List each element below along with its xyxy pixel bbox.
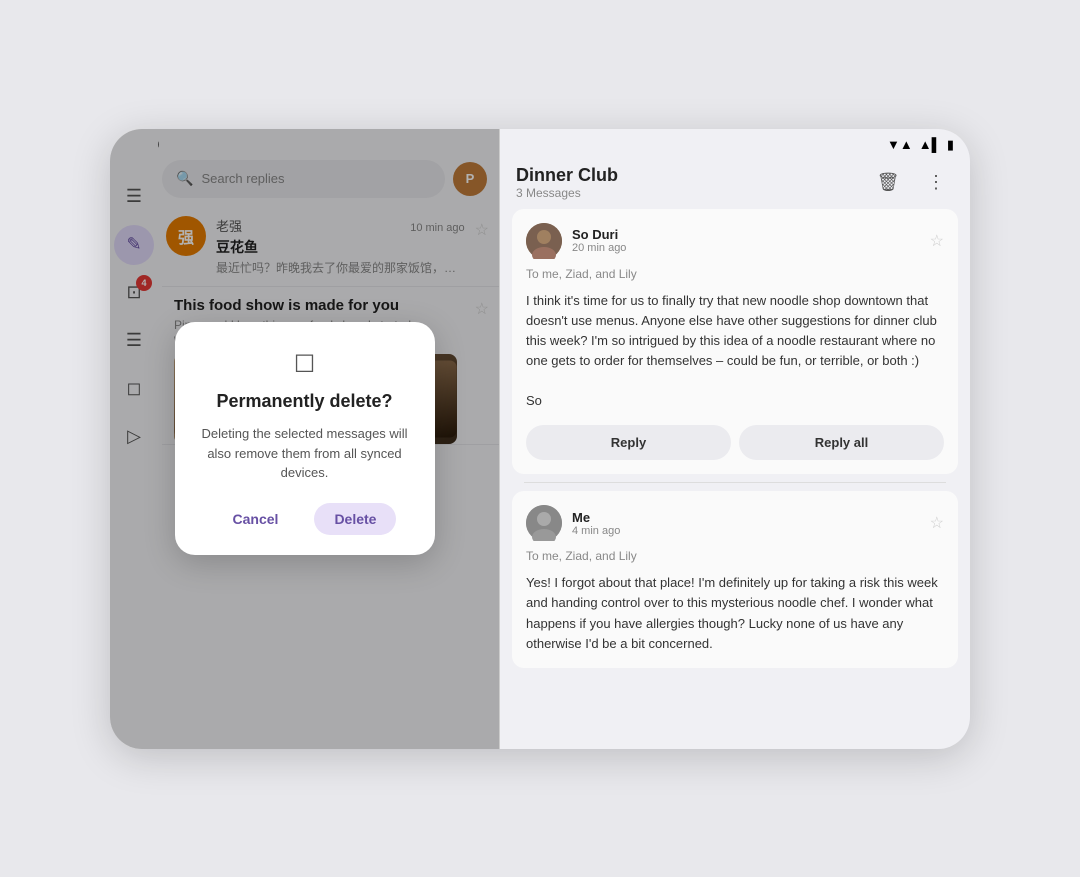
trash-icon: 🗑 [877,172,900,193]
more-options-button[interactable]: ⋮ [918,165,954,201]
delete-dialog: ☐ Permanently delete? Deleting the selec… [175,322,435,555]
reply-all-button[interactable]: Reply all [739,425,944,460]
delete-dialog-title: Permanently delete? [216,391,392,412]
msg-reply-actions-1: Reply Reply all [526,425,944,460]
msg-to-2: To me, Ziad, and Lily [526,549,944,563]
delete-button[interactable]: Delete [314,503,396,535]
message-card-1: So Duri 20 min ago ☆ To me, Ziad, and Li… [512,209,958,475]
status-bar-right: ▼▲ ▲▌ ▮ [500,129,970,157]
msg-sender-info-2: Me 4 min ago [572,510,920,537]
message-divider [524,482,946,483]
reply-button[interactable]: Reply [526,425,731,460]
left-panel: ☰ ✎ ⊡ 4 ☰ ◻ ▷ 12:00 🔍 [110,129,500,749]
modal-actions: Cancel Delete [213,503,397,535]
msg-to-1: To me, Ziad, and Lily [526,267,944,281]
msg-avatar-1 [526,223,562,259]
delete-dialog-icon: ☐ [294,350,316,379]
thread-count: 3 Messages [516,186,870,200]
cancel-button[interactable]: Cancel [213,503,299,535]
delete-dialog-message: Deleting the selected messages will also… [199,424,411,483]
battery-icon: ▮ [947,137,954,153]
thread-title-group: Dinner Club 3 Messages [516,165,870,200]
msg-body-2: Yes! I forgot about that place! I'm defi… [526,573,944,654]
device-frame: ☰ ✎ ⊡ 4 ☰ ◻ ▷ 12:00 🔍 [110,129,970,749]
thread-actions: 🗑 ⋮ [870,165,954,201]
modal-overlay: ☐ Permanently delete? Deleting the selec… [110,129,499,749]
msg-header-1: So Duri 20 min ago ☆ [526,223,944,259]
delete-thread-button[interactable]: 🗑 [870,165,906,201]
msg-star-1[interactable]: ☆ [930,231,944,251]
right-panel: ▼▲ ▲▌ ▮ Dinner Club 3 Messages 🗑 ⋮ [500,129,970,749]
msg-star-2[interactable]: ☆ [930,513,944,533]
msg-time-2: 4 min ago [572,525,920,537]
signal-bars-icon: ▲▌ [919,137,941,152]
msg-sender-info-1: So Duri 20 min ago [572,227,920,254]
wifi-icon: ▼▲ [887,137,913,152]
thread-header: Dinner Club 3 Messages 🗑 ⋮ [500,157,970,209]
msg-time-1: 20 min ago [572,242,920,254]
thread-title: Dinner Club [516,165,870,186]
messages-area: So Duri 20 min ago ☆ To me, Ziad, and Li… [500,209,970,749]
message-card-2: Me 4 min ago ☆ To me, Ziad, and Lily Yes… [512,491,958,668]
msg-header-2: Me 4 min ago ☆ [526,505,944,541]
msg-avatar-2 [526,505,562,541]
more-icon: ⋮ [927,172,945,193]
msg-sender-name-1: So Duri [572,227,920,242]
msg-body-1: I think it's time for us to finally try … [526,291,944,412]
msg-sender-name-2: Me [572,510,920,525]
